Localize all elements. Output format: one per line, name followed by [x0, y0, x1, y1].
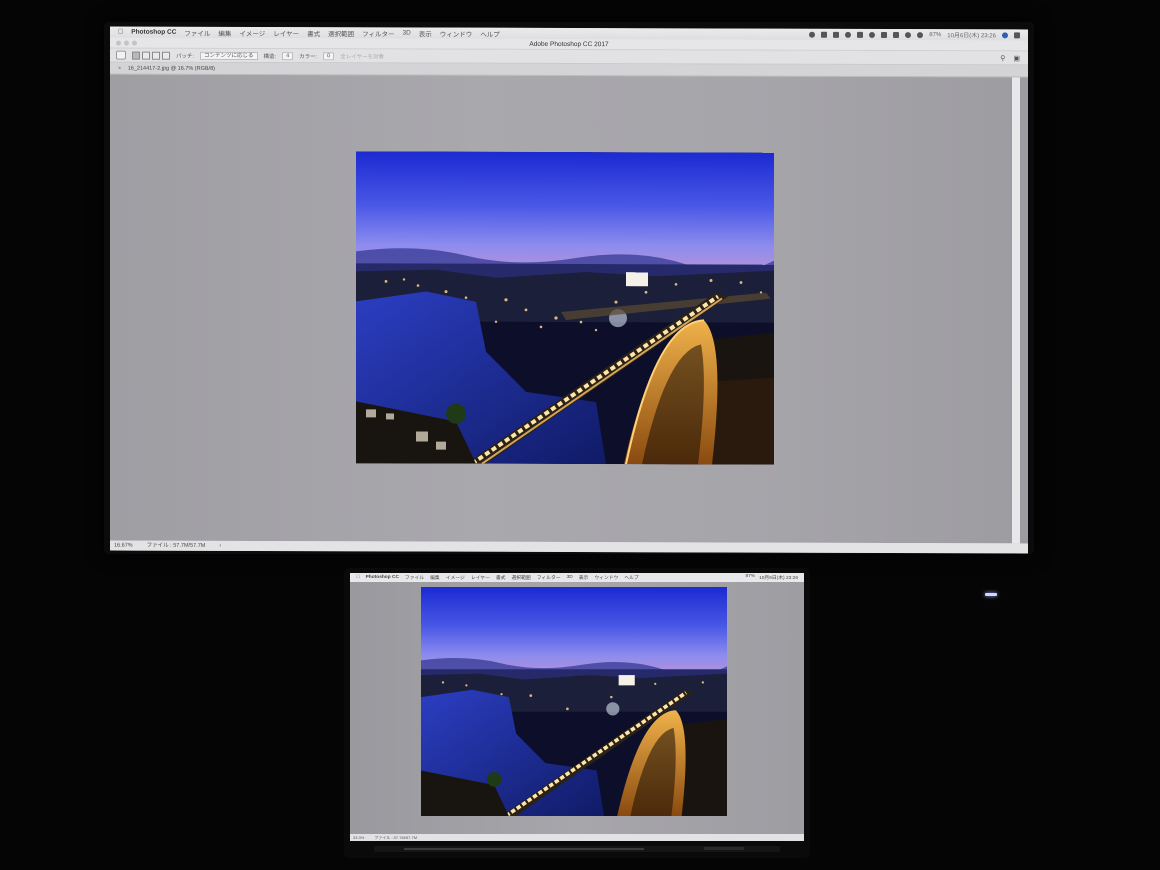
- patch-tool-preset-icon[interactable]: [116, 50, 126, 60]
- menu-status-area: 87% 10月6日(木) 23:26: [809, 30, 1028, 40]
- document-photo[interactable]: [356, 151, 774, 465]
- menu-clock[interactable]: 10月6日(木) 23:26: [947, 30, 996, 39]
- wifi-icon[interactable]: [917, 31, 924, 38]
- new-selection-icon[interactable]: [132, 51, 140, 60]
- minimize-window-icon[interactable]: [124, 40, 129, 46]
- right-panel-edge: [1012, 77, 1020, 544]
- menu-help[interactable]: ヘルプ: [480, 28, 500, 38]
- laptop-menu-app-name[interactable]: Photoshop CC: [366, 575, 399, 580]
- workspace-icon[interactable]: ▣: [1013, 54, 1020, 62]
- notes-icon[interactable]: [833, 31, 840, 38]
- laptop-menu-image[interactable]: イメージ: [446, 574, 465, 581]
- window-title: Adobe Photoshop CC 2017: [529, 40, 609, 49]
- notification-center-icon[interactable]: [1014, 31, 1020, 38]
- laptop-menu-filter[interactable]: フィルター: [537, 574, 561, 581]
- menu-select[interactable]: 選択範囲: [328, 28, 354, 38]
- line-icon[interactable]: [809, 31, 816, 38]
- laptop:  Photoshop CC ファイル 編集 イメージ レイヤー 書式 選択範囲…: [344, 568, 810, 858]
- laptop-dock-bar-right: [704, 847, 744, 850]
- menu-window[interactable]: ウィンドウ: [440, 28, 473, 38]
- laptop-status-area: 87% 10月6日(木) 23:26: [745, 574, 804, 581]
- laptop-menu-help[interactable]: ヘルプ: [624, 574, 638, 581]
- structure-label: 構造:: [263, 53, 277, 60]
- laptop-screen:  Photoshop CC ファイル 編集 イメージ レイヤー 書式 選択範囲…: [350, 573, 804, 841]
- file-size-info[interactable]: ファイル : 57.7M/57.7M: [147, 541, 206, 551]
- laptop-zoom-level[interactable]: 33.3%: [353, 834, 364, 841]
- laptop-menu-layer[interactable]: レイヤー: [471, 574, 490, 581]
- info-icon[interactable]: [845, 31, 852, 38]
- intersect-selection-icon[interactable]: [162, 51, 170, 60]
- menu-app-name[interactable]: Photoshop CC: [131, 29, 176, 36]
- power-indicator-light: [985, 593, 997, 596]
- color-select[interactable]: 0: [323, 51, 335, 60]
- battery-icon[interactable]: [857, 31, 864, 38]
- laptop-night-bridge-photo: [421, 587, 727, 816]
- cloud-icon[interactable]: [869, 31, 876, 38]
- laptop-status-bar: 33.3% ファイル : 57.7M/57.7M: [350, 834, 804, 841]
- laptop-dock-bar: [404, 848, 644, 850]
- menu-file[interactable]: ファイル: [184, 27, 210, 37]
- menu-type[interactable]: 書式: [307, 28, 320, 38]
- laptop-apple-menu-icon[interactable]: : [356, 575, 360, 580]
- menu-view[interactable]: 表示: [419, 28, 432, 38]
- menu-edit[interactable]: 編集: [218, 27, 231, 37]
- clipboard-icon[interactable]: [881, 31, 888, 38]
- structure-select[interactable]: 4: [282, 51, 294, 60]
- selection-mode-group: [132, 51, 170, 60]
- menu-image[interactable]: イメージ: [239, 27, 265, 37]
- close-tab-icon[interactable]: ×: [118, 66, 121, 72]
- laptop-battery-percent: 87%: [745, 574, 756, 579]
- dropbox-icon[interactable]: [821, 31, 828, 38]
- apple-menu-icon[interactable]: : [118, 29, 123, 36]
- laptop-menu-file[interactable]: ファイル: [405, 574, 424, 581]
- zoom-level[interactable]: 16.67%: [114, 541, 133, 551]
- zoom-window-icon[interactable]: [132, 40, 137, 46]
- laptop-menu-clock[interactable]: 10月6日(木) 23:26: [759, 574, 798, 581]
- laptop-document-photo[interactable]: [421, 587, 727, 816]
- document-tab-title: 16_214417-2.jpg @ 16.7% (RGB/8): [127, 65, 215, 72]
- laptop-menu-select[interactable]: 選択範囲: [511, 574, 530, 581]
- status-bar: 16.67% ファイル : 57.7M/57.7M ›: [110, 540, 1028, 554]
- patch-mode-select[interactable]: コンテンツに応じる: [200, 51, 258, 60]
- subtract-selection-icon[interactable]: [152, 51, 160, 60]
- canvas-area[interactable]: [110, 74, 1028, 544]
- sample-all-layers-checkbox[interactable]: 全レイヤーを対象: [340, 52, 384, 60]
- menu-layer[interactable]: レイヤー: [273, 28, 299, 38]
- laptop-menu-bar:  Photoshop CC ファイル 編集 イメージ レイヤー 書式 選択範囲…: [350, 573, 804, 582]
- search-icon[interactable]: ⚲: [1000, 54, 1005, 62]
- laptop-menu-edit[interactable]: 編集: [430, 574, 440, 581]
- laptop-menu-view[interactable]: 表示: [579, 574, 589, 581]
- window-controls: [116, 40, 137, 46]
- laptop-canvas-area[interactable]: [350, 582, 804, 834]
- patch-label: パッチ:: [176, 53, 195, 60]
- user-avatar-icon[interactable]: [1002, 31, 1008, 38]
- laptop-menu-type[interactable]: 書式: [496, 574, 506, 581]
- add-selection-icon[interactable]: [142, 51, 150, 60]
- laptop-menu-window[interactable]: ウィンドウ: [594, 574, 618, 581]
- color-label: カラー:: [299, 53, 318, 60]
- external-monitor:  Photoshop CC ファイル 編集 イメージ レイヤー 書式 選択範囲…: [104, 22, 1034, 554]
- close-window-icon[interactable]: [116, 40, 121, 46]
- options-right-tools: ⚲ ▣: [1000, 54, 1028, 62]
- display-icon[interactable]: [893, 31, 900, 38]
- laptop-hinge: [374, 846, 780, 852]
- external-monitor-screen:  Photoshop CC ファイル 編集 イメージ レイヤー 書式 選択範囲…: [110, 26, 1028, 554]
- night-bridge-photo: [356, 151, 774, 465]
- bluetooth-icon[interactable]: [905, 31, 912, 38]
- battery-percent: 87%: [929, 31, 942, 38]
- menu-3d[interactable]: 3D: [402, 29, 410, 36]
- status-arrow-icon[interactable]: ›: [219, 541, 221, 551]
- laptop-menu-3d[interactable]: 3D: [567, 575, 573, 580]
- laptop-file-size-info[interactable]: ファイル : 57.7M/57.7M: [374, 834, 417, 841]
- menu-filter[interactable]: フィルター: [362, 28, 394, 38]
